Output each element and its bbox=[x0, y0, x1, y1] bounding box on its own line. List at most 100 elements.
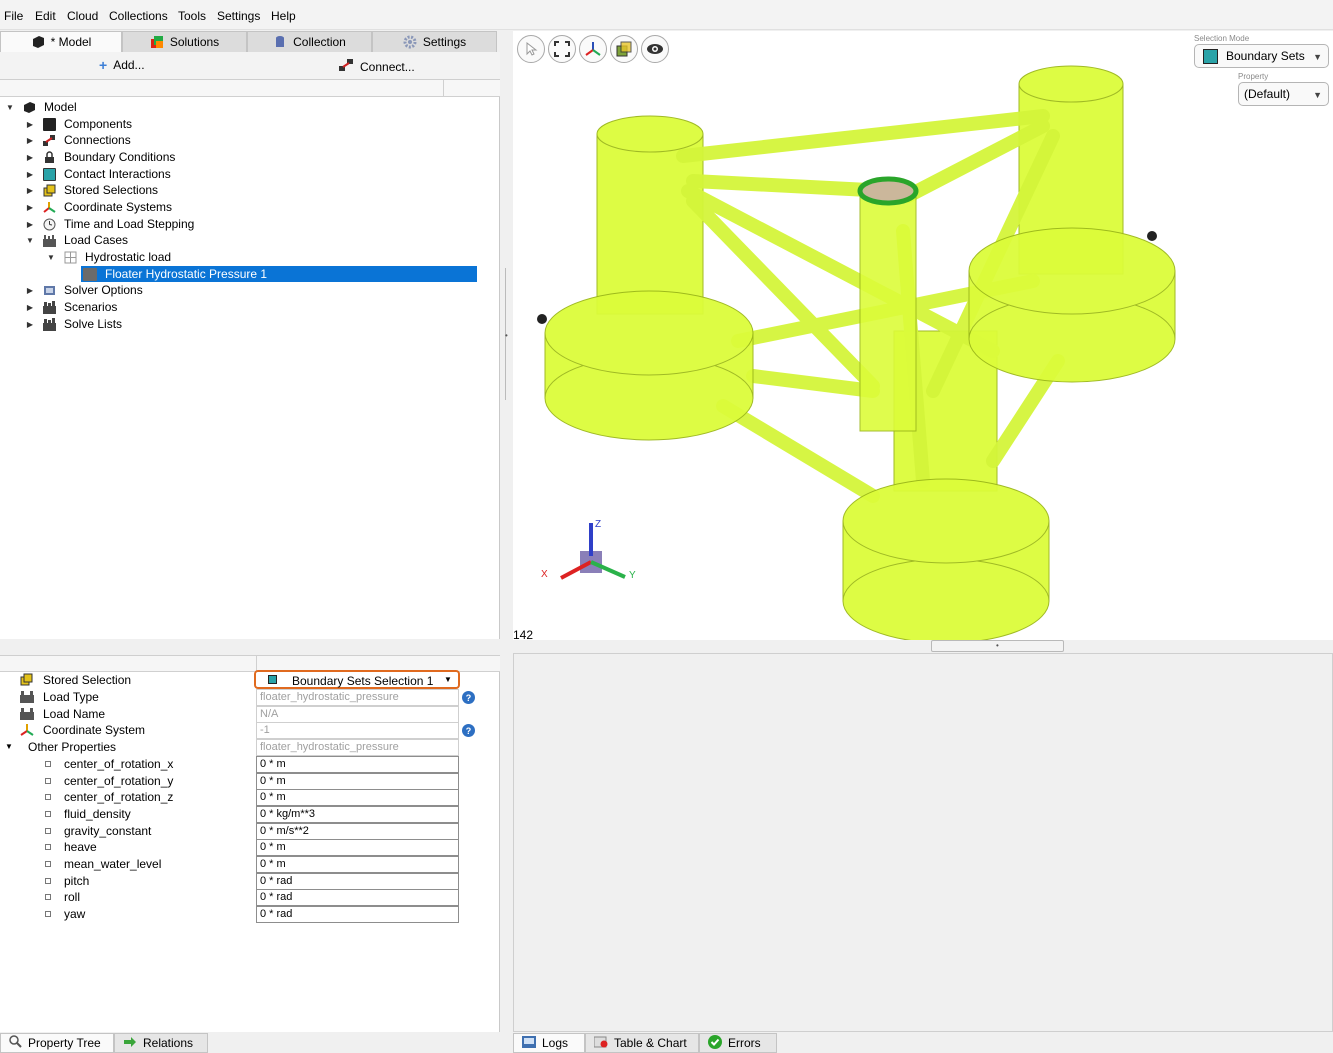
prop-value-input[interactable]: 0 * rad bbox=[256, 873, 459, 890]
connect-button[interactable]: Connect... bbox=[338, 58, 415, 75]
chevron-right-icon[interactable]: ▶ bbox=[25, 303, 35, 312]
tab-collection-label: Collection bbox=[293, 35, 346, 49]
tree-item-contact-interactions[interactable]: ▶ Contact Interactions bbox=[25, 166, 171, 182]
chevron-right-icon[interactable]: ▶ bbox=[25, 136, 35, 145]
tree-item-boundary-conditions[interactable]: ▶ Boundary Conditions bbox=[25, 149, 175, 165]
prop-row: heave 0 * m bbox=[0, 839, 500, 856]
3d-viewport[interactable]: Selection Mode Boundary Sets ▼ Property … bbox=[513, 31, 1333, 640]
tree-item-label: Floater Hydrostatic Pressure 1 bbox=[105, 267, 268, 281]
model-icon bbox=[23, 101, 36, 114]
prop-label: heave bbox=[64, 840, 97, 854]
bullet-icon bbox=[45, 778, 51, 784]
tree-item-solver-options[interactable]: ▶ Solver Options bbox=[25, 282, 143, 298]
chevron-right-icon[interactable]: ▶ bbox=[25, 203, 35, 212]
menu-settings[interactable]: Settings bbox=[217, 9, 260, 23]
chevron-right-icon[interactable]: ▶ bbox=[25, 220, 35, 229]
help-icon[interactable]: ? bbox=[462, 691, 475, 704]
menu-collections[interactable]: Collections bbox=[109, 9, 168, 23]
floater-model[interactable]: Z X Y bbox=[513, 31, 1333, 640]
prop-value-input[interactable]: 0 * m bbox=[256, 789, 459, 806]
tab-logs[interactable]: Logs bbox=[513, 1033, 585, 1053]
chevron-down-icon[interactable]: ▼ bbox=[46, 253, 56, 262]
prop-label: roll bbox=[64, 890, 81, 904]
tree-item-coordinate-systems[interactable]: ▶ Coordinate Systems bbox=[25, 199, 172, 215]
tab-collection[interactable]: Collection bbox=[247, 31, 372, 52]
prop-row-other-properties[interactable]: ▼ Other Properties floater_hydrostatic_p… bbox=[0, 739, 500, 756]
prop-value-input[interactable]: 0 * m/s**2 bbox=[256, 823, 459, 840]
prop-label: Load Type bbox=[43, 690, 99, 704]
chevron-right-icon[interactable]: ▶ bbox=[25, 286, 35, 295]
prop-value-input[interactable]: 0 * m bbox=[256, 839, 459, 856]
menu-edit[interactable]: Edit bbox=[35, 9, 56, 23]
coord-system-value: -1 bbox=[256, 722, 459, 739]
tab-property-tree[interactable]: Property Tree bbox=[0, 1033, 114, 1053]
element-count: 142 bbox=[513, 628, 534, 642]
prop-value-input[interactable]: 0 * m bbox=[256, 856, 459, 873]
tree-item-label: Hydrostatic load bbox=[85, 250, 172, 264]
menu-tools[interactable]: Tools bbox=[178, 9, 206, 23]
arrow-right-icon bbox=[123, 1036, 137, 1051]
prop-value-input[interactable]: 0 * kg/m**3 bbox=[256, 806, 459, 823]
chevron-down-icon[interactable]: ▼ bbox=[5, 742, 13, 751]
bullet-icon bbox=[45, 878, 51, 884]
gear-icon bbox=[403, 35, 417, 49]
tree-item-hydrostatic-load[interactable]: ▼ Hydrostatic load bbox=[46, 249, 171, 265]
tree-item-stored-selections[interactable]: ▶ Stored Selections bbox=[25, 182, 158, 198]
tree-item-model[interactable]: ▼ Model bbox=[5, 99, 77, 115]
prop-label: fluid_density bbox=[64, 807, 131, 821]
tree-item-solve-lists[interactable]: ▶ Solve Lists bbox=[25, 316, 122, 332]
bullet-icon bbox=[45, 828, 51, 834]
tree-item-scenarios[interactable]: ▶ Scenarios bbox=[25, 299, 117, 315]
vertical-splitter[interactable]: • bbox=[501, 268, 513, 400]
prop-value-input[interactable]: 0 * m bbox=[256, 773, 459, 790]
tab-solutions[interactable]: Solutions bbox=[122, 31, 247, 52]
tab-table-chart[interactable]: Table & Chart bbox=[585, 1033, 699, 1053]
tab-relations[interactable]: Relations bbox=[114, 1033, 208, 1053]
prop-label: Coordinate System bbox=[43, 723, 146, 737]
menu-file[interactable]: File bbox=[4, 9, 23, 23]
tab-label: Errors bbox=[728, 1036, 761, 1050]
tree-item-floater-hydrostatic-pressure[interactable]: Floater Hydrostatic Pressure 1 bbox=[81, 266, 477, 282]
stored-selection-value: Boundary Sets Selection 1 bbox=[292, 674, 434, 688]
clock-icon bbox=[43, 218, 56, 231]
prop-row-load-name: Load Name N/A bbox=[0, 706, 500, 723]
connections-icon bbox=[43, 134, 56, 147]
tree-item-connections[interactable]: ▶ Connections bbox=[25, 132, 131, 148]
add-button[interactable]: + Add... bbox=[99, 58, 145, 72]
grid-icon bbox=[64, 251, 77, 264]
prop-row: center_of_rotation_x 0 * m bbox=[0, 756, 500, 773]
menu-help[interactable]: Help bbox=[271, 9, 296, 23]
tree-item-time-load-stepping[interactable]: ▶ Time and Load Stepping bbox=[25, 216, 194, 232]
solver-icon bbox=[43, 284, 56, 297]
chevron-down-icon[interactable]: ▼ bbox=[25, 236, 35, 245]
tab-label: Logs bbox=[542, 1036, 569, 1050]
components-icon bbox=[43, 117, 56, 131]
help-icon[interactable]: ? bbox=[462, 724, 475, 737]
connect-label: Connect... bbox=[360, 59, 415, 74]
chevron-right-icon[interactable]: ▶ bbox=[25, 120, 35, 129]
chevron-right-icon[interactable]: ▶ bbox=[25, 186, 35, 195]
menu-bar: File Edit Cloud Collections Tools Settin… bbox=[0, 0, 1333, 30]
prop-value-input[interactable]: 0 * m bbox=[256, 756, 459, 773]
chevron-down-icon[interactable]: ▼ bbox=[5, 103, 15, 112]
stored-selection-dropdown[interactable]: Boundary Sets Selection 1 ▼ bbox=[254, 670, 460, 689]
tab-label: Table & Chart bbox=[614, 1036, 687, 1050]
chevron-right-icon[interactable]: ▶ bbox=[25, 170, 35, 179]
bullet-icon bbox=[45, 811, 51, 817]
prop-row: yaw 0 * rad bbox=[0, 906, 500, 923]
tree-item-load-cases[interactable]: ▼ Load Cases bbox=[25, 232, 128, 248]
tab-model[interactable]: * Model bbox=[0, 31, 122, 52]
tab-settings[interactable]: Settings bbox=[372, 31, 497, 52]
bullet-icon bbox=[45, 794, 51, 800]
load-name-icon bbox=[20, 708, 34, 723]
prop-value-input[interactable]: 0 * rad bbox=[256, 889, 459, 906]
check-icon bbox=[708, 1034, 722, 1052]
chevron-right-icon[interactable]: ▶ bbox=[25, 153, 35, 162]
menu-cloud[interactable]: Cloud bbox=[67, 9, 98, 23]
chevron-right-icon[interactable]: ▶ bbox=[25, 320, 35, 329]
connect-icon bbox=[338, 58, 354, 75]
tab-errors[interactable]: Errors bbox=[699, 1033, 777, 1053]
tree-item-components[interactable]: ▶ Components bbox=[25, 116, 132, 132]
prop-value-input[interactable]: 0 * rad bbox=[256, 906, 459, 923]
horizontal-splitter[interactable]: • bbox=[931, 640, 1064, 652]
